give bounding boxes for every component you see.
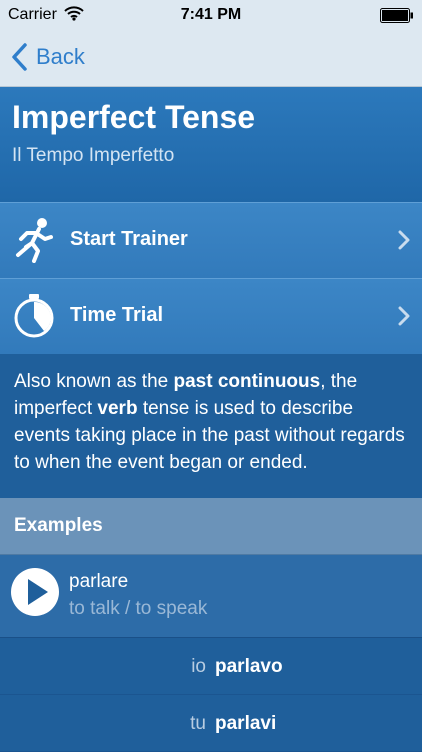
start-trainer-label: Start Trainer [70,228,188,250]
runner-icon [16,218,53,263]
status-bar: Carrier 7:41 PM [0,0,422,30]
conjugation-pronoun: io [191,656,206,677]
time-trial-row[interactable]: Time Trial [0,278,422,355]
navigation-bar: Back [0,30,422,87]
chevron-right-icon [398,230,410,250]
tense-description: Also known as the past continuous, the i… [0,354,422,498]
description-text: Also known as the [14,371,174,392]
examples-section-header: Examples [0,498,422,555]
examples-header-label: Examples [14,515,103,536]
time-trial-label: Time Trial [70,304,164,326]
back-button[interactable]: Back [10,40,85,74]
conjugation-form: parlavi [215,713,277,734]
back-label: Back [36,44,85,69]
play-icon[interactable] [10,567,60,617]
start-trainer-row[interactable]: Start Trainer [0,202,422,279]
page-title: Imperfect Tense [12,99,256,135]
battery-icon [380,8,413,23]
conjugation-row: tu parlavi [0,695,422,752]
conjugation-row: io parlavo [0,638,422,695]
description-emphasis: verb [97,398,138,419]
stopwatch-icon [14,294,54,338]
status-time: 7:41 PM [180,6,242,23]
tense-header: Imperfect Tense Il Tempo Imperfetto [0,87,422,202]
conjugation-pronoun: tu [190,713,206,734]
example-verb-row: parlare to talk / to speak [0,555,422,638]
example-meaning: to talk / to speak [69,598,208,619]
page-subtitle: Il Tempo Imperfetto [12,145,175,166]
description-emphasis: past continuous [173,371,321,392]
chevron-left-icon [12,43,27,71]
conjugation-form: parlavo [215,656,283,677]
example-verb: parlare [69,571,129,592]
chevron-right-icon [398,306,410,326]
